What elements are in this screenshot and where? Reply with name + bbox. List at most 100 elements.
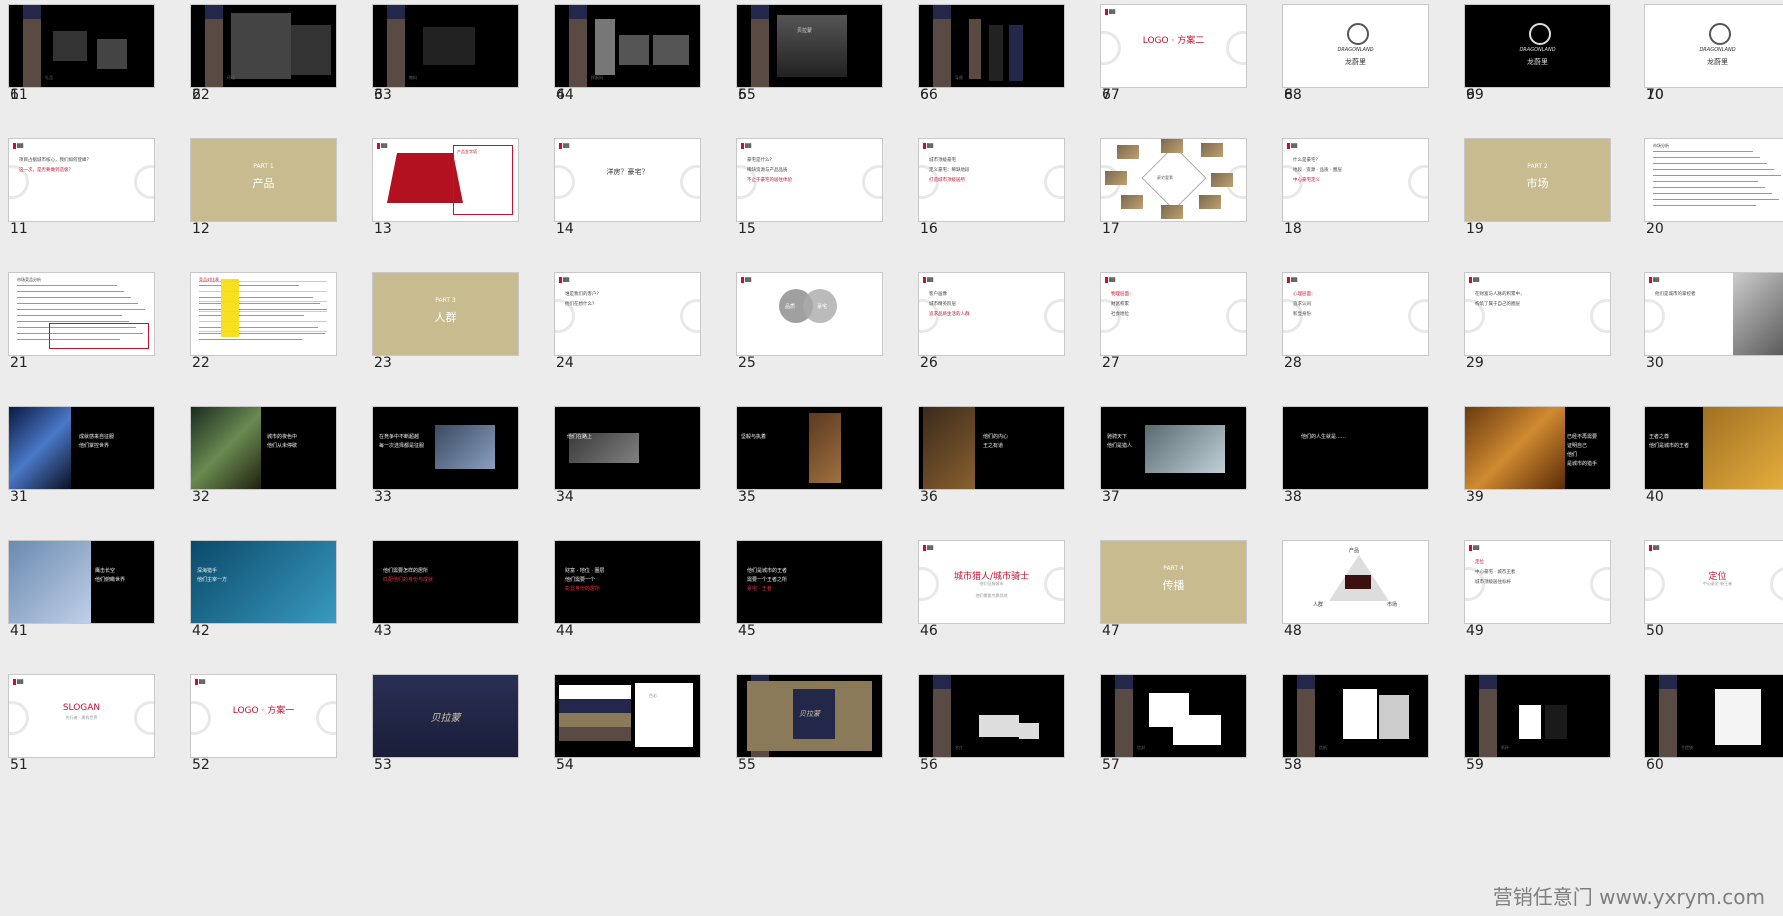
slide-number: 70 [1646,87,1664,103]
slide-number: 28 [1284,355,1302,371]
slide-number: 67 [1102,87,1120,103]
slide-number: 41 [10,623,28,639]
slide-text: 名片 [955,745,963,750]
slide-thumbnail[interactable]: 色彩 [554,674,701,758]
slide-cell: 在竞争中不断超越 每一次选择都是征服 33 [368,402,550,536]
slide-thumbnail[interactable]: ██ 定位 中心豪宅 · 城市王者 城市顶级居住标杆 [1464,540,1611,624]
slide-thumbnail[interactable]: 成就感来自征服 他们掌控世界 [8,406,155,490]
slide-cell: 他们的人生就是…… 38 [1278,402,1460,536]
slide-thumbnail[interactable]: 王者之尊 他们是城市的王者 [1644,406,1783,490]
text-line [17,309,145,310]
product-mockup [1545,705,1567,739]
slide-thumbnail[interactable]: ██ 谁是我们的客户？ 他们在想什么？ [554,272,701,356]
slide-text: 礼品 [45,75,53,80]
slide-thumbnail[interactable]: 导视 [918,4,1065,88]
slide-thumbnail[interactable]: 坚毅与执着 [736,406,883,490]
slide-thumbnail[interactable]: 纸杯 [1464,674,1611,758]
slide-thumbnail[interactable]: DRAGONLAND 龙蔚里 [1464,4,1611,88]
slide-text: 豪宅是什么？ [747,158,774,163]
slide-thumbnail[interactable]: 环境 [190,4,337,88]
slide-thumbnail[interactable]: 贝拉蒙 [736,674,883,758]
slide-thumbnail[interactable]: 信纸 [1282,674,1429,758]
slide-thumbnail[interactable]: 市场分析 [1644,138,1783,222]
slide-thumbnail[interactable]: 产品 人群 市场 [1282,540,1429,624]
slide-thumbnail[interactable]: 他们的内心 王之有道 [918,406,1065,490]
slide-thumbnail[interactable]: PART 2 市场 [1464,138,1611,222]
slide-photo [191,407,261,489]
slide-thumbnail[interactable]: PART 1 产品 [190,138,337,222]
slide-thumbnail[interactable]: ██ 客户画像 城市精英阶层 追求品质生活的人群 [918,272,1065,356]
product-mockup [595,19,615,75]
slide-number: 53 [374,757,392,773]
slide-thumbnail[interactable]: ██ 产品金字塔 [372,138,519,222]
slide-thumbnail[interactable]: 贝拉蒙 [736,4,883,88]
slide-thumbnail[interactable]: 鹰击长空 他们俯瞰世界 [8,540,155,624]
brand-logo-icon [1287,143,1290,149]
slide-cell: 贝拉蒙 65 [732,0,914,134]
slide-thumbnail[interactable]: 他们的人生就是…… [1282,406,1429,490]
decor-ring-icon [862,165,882,199]
slide-thumbnail[interactable]: 市场竞品分析 [8,272,155,356]
slide-thumbnail[interactable]: 城市的夜色中 他们从未停歇 [190,406,337,490]
slide-thumbnail[interactable]: 豪宅要素 [1100,138,1247,222]
slide-thumbnail[interactable]: ██ 品质 豪宅 [736,272,883,356]
slide-thumbnail[interactable]: DRAGONLAND 龙蔚里 [1282,4,1429,88]
slide-panel [635,683,693,747]
slide-thumbnail[interactable]: ██ SLOGAN 先行者 · 建构世界 [8,674,155,758]
slide-thumbnail[interactable]: 手提袋 [1644,674,1783,758]
slide-thumbnail[interactable]: 物料 [372,4,519,88]
decor-ring-icon [680,299,700,333]
slide-thumbnail[interactable]: ██ 项目占据城市核心，我们如何登峰？ 这一次，是否要做到造极？ [8,138,155,222]
slide-thumbnail[interactable]: ██ 城市顶级豪宅 定义豪宅：稀缺地段 打造城市顶级居所 [918,138,1065,222]
slide-thumbnail[interactable]: ██ 城市猎人/城市骑士 他们征服城市 他们需要专属领地 [918,540,1065,624]
slide-text: 他们从未停歇 [267,443,298,449]
slide-thumbnail[interactable]: ██ 豪宅是什么？ 稀缺资源与产品品质 不止于豪宅的居住体验 [736,138,883,222]
text-line [199,327,318,328]
slide-text: PART 1 [253,163,274,170]
slide-thumbnail[interactable]: DRAGONLAND 龙蔚里 [1644,4,1783,88]
slide-thumbnail[interactable]: 驰骋天下 他们是猎人 [1100,406,1247,490]
slide-thumbnail[interactable]: 信封 [1100,674,1247,758]
slide-thumbnail[interactable]: ██ 物理层面： 财富积累 社会地位 [1100,272,1247,356]
slide-thumbnail[interactable]: ██ 他们是城市的掌控者 [1644,272,1783,356]
slide-text: 物理层面： [1111,292,1134,297]
slide-thumbnail[interactable]: ██ 洋房？豪宅？ [554,138,701,222]
slide-thumbnail[interactable]: ██ LOGO · 方案二 [1100,4,1247,88]
slide-thumbnail[interactable]: 竞品对比表 [190,272,337,356]
slide-thumbnail[interactable]: 已经不再需要 证明自己 他们 是城市的猎手 [1464,406,1611,490]
slide-thumbnail[interactable]: 贝拉蒙 [372,674,519,758]
slide-cell: 城市的夜色中 他们从未停歇 32 [186,402,368,536]
product-mockup [423,27,475,65]
slide-text: 龙蔚里 [1707,58,1728,66]
slide-cell: ██ 产品金字塔 13 [368,134,550,268]
slide-cell: 产品 人群 市场 48 [1278,536,1460,670]
slide-text: 社会地位 [1111,312,1129,317]
slide-text: 他们的人生就是…… [1301,434,1347,440]
slide-thumbnail[interactable]: ██ 在财富与人脉的积累中， 构筑了属于自己的圈层 [1464,272,1611,356]
slide-thumbnail[interactable]: 深海猎手 他们主宰一方 [190,540,337,624]
slide-thumbnail[interactable]: 他们需要怎样的居所 匹配他们的身份与成就 [372,540,519,624]
slide-text: 他们的内心 [983,434,1009,440]
brand-logo-mark: ██ [17,143,24,148]
slide-thumbnail[interactable]: 财富 · 地位 · 圈层 他们需要一个 彰显身份的居所 [554,540,701,624]
slide-number: 17 [1102,221,1120,237]
slide-thumbnail[interactable]: 他们是城市的王者 需要一个王者之所 豪宅 · 王者 [736,540,883,624]
slide-number: 66 [920,87,938,103]
slide-cell: 成就感来自征服 他们掌控世界 31 [4,402,186,536]
slide-thumbnail[interactable]: 在竞争中不断超越 每一次选择都是征服 [372,406,519,490]
slide-thumbnail[interactable]: ██ LOGO · 方案一 [190,674,337,758]
text-line [1653,199,1779,200]
slide-thumbnail[interactable]: 名片 [918,674,1065,758]
brand-logo-icon [377,143,380,149]
slide-thumbnail[interactable]: 礼品 [8,4,155,88]
slide-thumbnail[interactable]: ██ 心理层面： 追求认同 彰显身份 [1282,272,1429,356]
slide-number: 60 [1646,757,1664,773]
slide-thumbnail[interactable]: ██ 什么是豪宅？ 地段 · 资源 · 品质 · 圈层 中心豪宅定义 [1282,138,1429,222]
slide-thumbnail[interactable]: 他们在路上 [554,406,701,490]
slide-cell: 已经不再需要 证明自己 他们 是城市的猎手 39 [1460,402,1642,536]
slide-thumbnail[interactable]: PART 3 人群 [372,272,519,356]
slide-thumbnail[interactable]: 样板间 [554,4,701,88]
slide-thumbnail[interactable]: ██ 定位 中心豪宅 新王者 [1644,540,1783,624]
slide-thumbnail[interactable]: PART 4 传播 [1100,540,1247,624]
product-mockup [1009,25,1023,81]
